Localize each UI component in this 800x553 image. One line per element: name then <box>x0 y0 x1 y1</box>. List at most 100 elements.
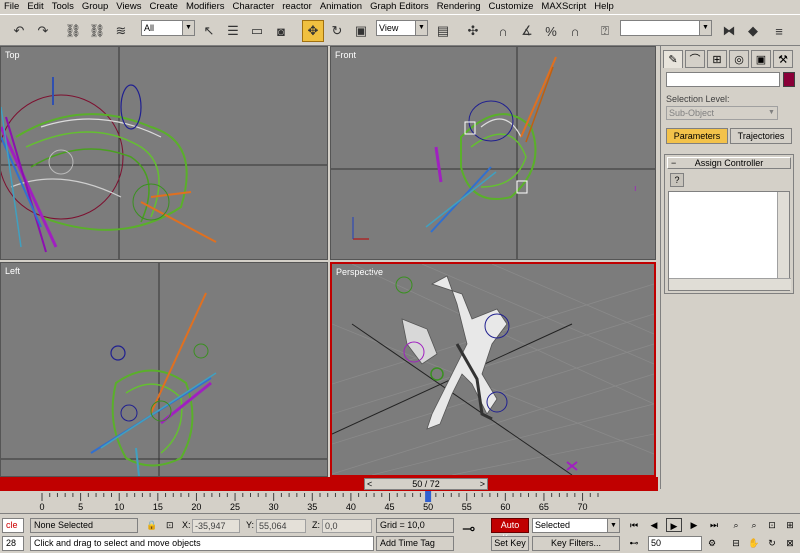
viewport-front[interactable]: Front ı <box>330 46 656 260</box>
select-and-manipulate-icon[interactable]: ✣ <box>462 20 484 42</box>
rollout-title-bar[interactable]: − Assign Controller <box>667 157 791 169</box>
percent-snap-icon[interactable]: % <box>540 20 562 42</box>
display-tab-icon[interactable]: ▣ <box>751 50 771 68</box>
prev-frame-arrow[interactable]: < <box>367 479 372 489</box>
menu-graph-editors[interactable]: Graph Editors <box>366 0 433 14</box>
key-mode-toggle-icon[interactable]: ⊷ <box>626 536 642 550</box>
menu-maxscript[interactable]: MAXScript <box>537 0 590 14</box>
zoom-extents-icon[interactable]: ⊡ <box>764 518 780 532</box>
menu-help[interactable]: Help <box>590 0 618 14</box>
reference-coordinate-dropdown[interactable]: View ▼ <box>376 20 428 36</box>
viewport-perspective[interactable]: Perspective <box>330 262 656 477</box>
next-frame-arrow[interactable]: > <box>480 479 485 489</box>
object-name-field[interactable] <box>666 72 780 87</box>
menu-character[interactable]: Character <box>229 0 279 14</box>
pivot-center-icon[interactable]: ▤ <box>432 20 454 42</box>
motion-tab-icon[interactable]: ◎ <box>729 50 749 68</box>
key-mode-dropdown[interactable]: Selected ▼ <box>532 518 620 533</box>
go-to-start-icon[interactable]: ⏮ <box>626 518 642 532</box>
pan-view-icon[interactable]: ✋ <box>746 536 762 550</box>
zoom-all-icon[interactable]: ⌕ <box>746 518 762 532</box>
snaps-toggle-icon[interactable]: ∩ <box>492 20 514 42</box>
window-crossing-icon[interactable]: ◙ <box>270 20 292 42</box>
modify-tab-icon[interactable]: ⌒ <box>685 50 705 68</box>
maximize-viewport-icon[interactable]: ⊠ <box>782 536 798 550</box>
region-zoom-icon[interactable]: ⊟ <box>728 536 744 550</box>
collapse-icon: − <box>671 158 677 168</box>
undo-icon[interactable]: ↶ <box>8 20 30 42</box>
menu-rendering[interactable]: Rendering <box>433 0 485 14</box>
trajectories-button[interactable]: Trajectories <box>730 128 792 144</box>
add-time-tag-button[interactable]: Add Time Tag <box>376 536 454 551</box>
play-icon[interactable]: ▶ <box>666 518 682 532</box>
auto-key-button[interactable]: Auto Key <box>491 518 529 543</box>
select-and-rotate-icon[interactable]: ↻ <box>326 20 348 42</box>
chevron-down-icon: ▼ <box>699 21 711 35</box>
track-tick-label: 40 <box>345 502 356 512</box>
assign-controller-button[interactable]: ? <box>670 173 684 187</box>
mirror-icon[interactable]: ⧓ <box>718 20 740 42</box>
controller-tree[interactable] <box>668 191 791 291</box>
hierarchy-tab-icon[interactable]: ⊞ <box>707 50 727 68</box>
previous-frame-icon[interactable]: ◀ <box>646 518 662 532</box>
next-frame-icon[interactable]: ▶ <box>686 518 702 532</box>
z-coord-field[interactable]: 0,0 <box>322 519 372 533</box>
layer-manager-icon[interactable]: ≡ <box>768 20 790 42</box>
spinner-snap-icon[interactable]: ∩ <box>564 20 586 42</box>
menu-edit[interactable]: Edit <box>23 0 47 14</box>
menu-modifiers[interactable]: Modifiers <box>182 0 229 14</box>
utilities-tab-icon[interactable]: ⚒ <box>773 50 793 68</box>
parameters-button[interactable]: Parameters <box>666 128 728 144</box>
track-tick-label: 65 <box>538 502 549 512</box>
menu-views[interactable]: Views <box>112 0 145 14</box>
time-configuration-icon[interactable]: ⚙ <box>704 536 720 550</box>
time-slider-thumb[interactable]: < 50 / 72 > <box>364 478 488 490</box>
arc-rotate-icon[interactable]: ↻ <box>764 536 780 550</box>
create-tab-icon[interactable]: ✎ <box>663 50 683 68</box>
viewport-left[interactable]: Left <box>0 262 328 477</box>
track-bar[interactable]: 0 5 10 15 20 25 30 35 40 45 50 55 60 65 70 <box>0 491 660 513</box>
select-by-name-icon[interactable]: ☰ <box>222 20 244 42</box>
menu-reactor[interactable]: reactor <box>278 0 316 14</box>
maxscript-listener[interactable]: cle <box>2 518 24 533</box>
menu-tools[interactable]: Tools <box>48 0 78 14</box>
redo-icon[interactable]: ↷ <box>32 20 54 42</box>
viewport-top[interactable]: Top <box>0 46 328 260</box>
time-slider-track[interactable]: < 50 / 72 > <box>0 477 658 491</box>
set-key-button[interactable]: Set Key <box>491 536 529 551</box>
menu-group[interactable]: Group <box>78 0 112 14</box>
vertical-scrollbar[interactable] <box>777 192 789 280</box>
select-and-scale-icon[interactable]: ▣ <box>350 20 372 42</box>
key-filters-button[interactable]: Key Filters... <box>532 536 620 551</box>
unlink-selection-icon[interactable]: ⛓ <box>86 20 108 42</box>
key-icon[interactable]: ⊸ <box>462 522 475 538</box>
y-coord-field[interactable]: 55,064 <box>256 519 306 533</box>
go-to-end-icon[interactable]: ⏭ <box>706 518 722 532</box>
named-selection-dropdown[interactable]: ▼ <box>620 20 712 36</box>
menu-animation[interactable]: Animation <box>316 0 366 14</box>
select-and-move-icon[interactable]: ✥ <box>302 20 324 42</box>
zoom-icon[interactable]: ⌕ <box>728 518 744 532</box>
lock-selection-icon[interactable]: 🔒 <box>146 518 157 533</box>
track-tick-label: 10 <box>114 502 125 512</box>
current-frame-field[interactable]: 50 <box>648 536 702 551</box>
align-icon[interactable]: ◆ <box>742 20 764 42</box>
menu-create[interactable]: Create <box>145 0 182 14</box>
angle-snap-icon[interactable]: ∡ <box>516 20 538 42</box>
selection-filter-dropdown[interactable]: All ▼ <box>141 20 195 36</box>
menu-customize[interactable]: Customize <box>485 0 538 14</box>
horizontal-scrollbar[interactable] <box>669 278 791 290</box>
absolute-relative-toggle-icon[interactable]: ⊡ <box>166 518 174 533</box>
edit-named-selection-icon[interactable]: ⍰ <box>594 20 616 42</box>
track-ruler <box>41 491 599 502</box>
select-object-icon[interactable]: ↖ <box>198 20 220 42</box>
script-line-field[interactable]: 28 <box>2 536 24 551</box>
object-color-swatch[interactable] <box>783 72 795 87</box>
select-and-link-icon[interactable]: ⛓ <box>62 20 84 42</box>
bind-to-space-warp-icon[interactable]: ≋ <box>110 20 132 42</box>
sub-object-dropdown[interactable]: Sub-Object ▼ <box>666 106 778 120</box>
menu-file[interactable]: File <box>0 0 23 14</box>
rectangular-selection-icon[interactable]: ▭ <box>246 20 268 42</box>
x-coord-field[interactable]: -35,947 <box>192 519 240 533</box>
zoom-extents-all-icon[interactable]: ⊞ <box>782 518 798 532</box>
